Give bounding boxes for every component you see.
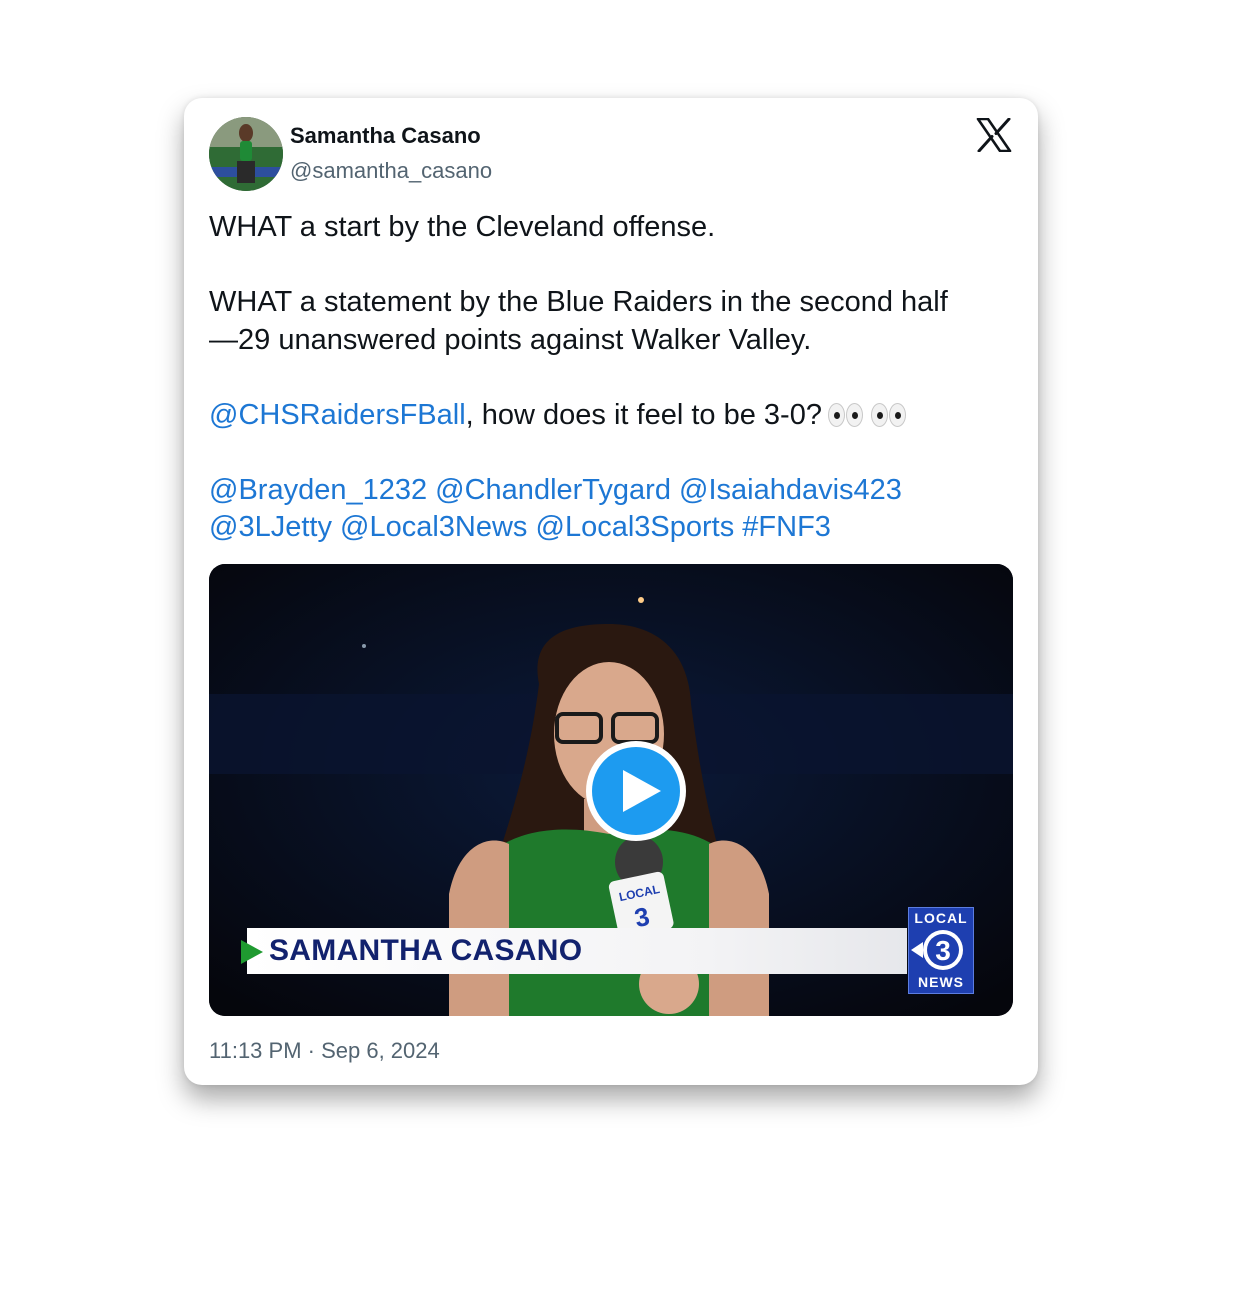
mention-link[interactable]: @Isaiahdavis423 <box>679 474 902 506</box>
video-player[interactable]: LOCAL 3 SAMANTHA CASANO LOCAL 3 NEWS <box>209 564 1013 1016</box>
station-logo-emblem: 3 <box>911 930 963 970</box>
lower-third-name: SAMANTHA CASANO <box>269 934 583 967</box>
tweet-line: WHAT a statement by the Blue Raiders in … <box>209 286 948 318</box>
tags-row: @Brayden_1232 @ChandlerTygard @Isaiahdav… <box>209 472 1014 510</box>
tweet-timestamp[interactable]: 11:13 PM · Sep 6, 2024 <box>209 1038 440 1064</box>
author-name[interactable]: Samantha Casano <box>290 123 481 149</box>
tweet-text: WHAT a start by the Cleveland offense. W… <box>209 209 1014 547</box>
mention-link[interactable]: @3LJetty <box>209 511 332 543</box>
mention-link[interactable]: @CHSRaidersFBall <box>209 399 466 431</box>
tweet-question-line: @CHSRaidersFBall, how does it feel to be… <box>209 397 1014 435</box>
station-logo-bottom: NEWS <box>918 974 964 990</box>
tweet-card: Samantha Casano @samantha_casano WHAT a … <box>184 98 1038 1085</box>
author-handle[interactable]: @samantha_casano <box>290 158 492 184</box>
play-button[interactable] <box>583 738 689 844</box>
mention-link[interactable]: @Local3Sports <box>536 511 735 543</box>
green-arrow-icon <box>239 938 265 966</box>
mention-link[interactable]: @Local3News <box>340 511 527 543</box>
hashtag-link[interactable]: #FNF3 <box>742 511 831 543</box>
eyes-emoji-icon <box>827 402 912 427</box>
play-icon <box>586 741 686 841</box>
station-logo-number: 3 <box>935 935 951 966</box>
tags-row: @3LJetty @Local3News @Local3Sports #FNF3 <box>209 509 1014 547</box>
mention-link[interactable]: @ChandlerTygard <box>435 474 671 506</box>
tweet-line: WHAT a start by the Cleveland offense. <box>209 211 716 243</box>
station-logo-top: LOCAL <box>914 910 968 926</box>
avatar-image <box>209 117 283 191</box>
tweet-line: —29 unanswered points against Walker Val… <box>209 323 812 356</box>
author-avatar[interactable] <box>209 117 283 191</box>
mention-link[interactable]: @Brayden_1232 <box>209 474 427 506</box>
x-logo-icon[interactable] <box>976 117 1012 153</box>
station-logo: LOCAL 3 NEWS <box>908 907 974 994</box>
tweet-question: , how does it feel to be 3-0? <box>465 398 822 431</box>
